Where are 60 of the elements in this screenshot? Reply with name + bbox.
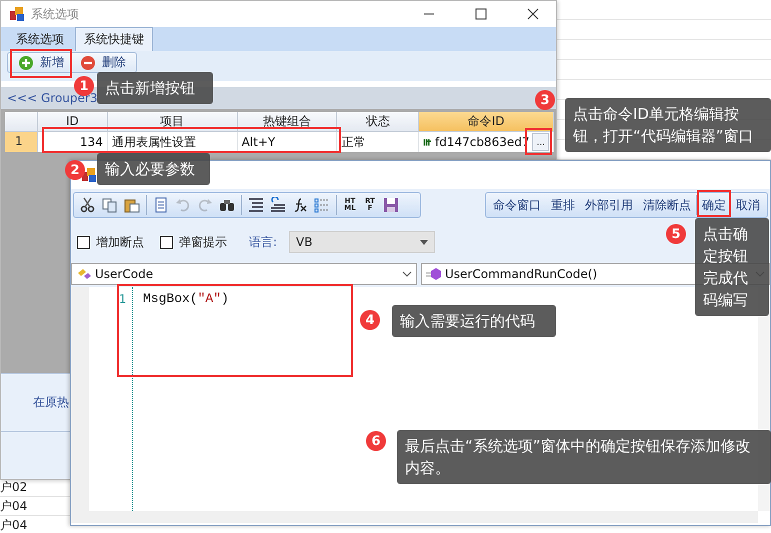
binoculars-icon[interactable] [219, 197, 235, 213]
highlight-frame [10, 49, 72, 78]
tab[interactable]: 系统快捷键 [75, 27, 153, 51]
copy-icon[interactable] [102, 197, 118, 213]
grid-corner [5, 112, 38, 132]
toolbar-button[interactable]: 确定 [697, 194, 731, 216]
object-select[interactable]: UserCode [71, 263, 417, 285]
callout-tooltip: 最后点击“系统选项”窗体中的确定按钮保存添加修改内容。 [397, 430, 771, 484]
edit-button[interactable]: ... [532, 133, 549, 151]
toolbar-button[interactable]: 清除断点 [638, 194, 696, 216]
code-icon [423, 136, 432, 148]
indent-icon[interactable] [248, 197, 264, 213]
minus-icon [80, 54, 96, 70]
checkbox-option[interactable]: 增加断点 [77, 234, 144, 250]
add-button[interactable]: 新增 [14, 52, 68, 72]
column-header[interactable]: 命令ID [419, 112, 554, 132]
toolbar-button[interactable]: 命令窗口 [488, 194, 546, 216]
maximize-icon[interactable] [475, 8, 487, 20]
window-title: 系统选项 [31, 6, 80, 22]
list-icon[interactable] [314, 197, 330, 213]
checkbox-label: 增加断点 [96, 234, 144, 250]
method-icon [426, 267, 442, 281]
checkbox-label: 弹窗提示 [179, 234, 227, 250]
toolbar-button[interactable]: 取消 [731, 194, 765, 216]
column-header[interactable]: 状态 [337, 112, 420, 132]
callout-tooltip: 点击新增按钮 [97, 72, 213, 104]
function-icon[interactable] [292, 197, 308, 213]
dropdown-arrow-icon [420, 240, 428, 244]
language-select[interactable]: VB [289, 231, 436, 253]
plus-icon [18, 54, 34, 70]
save-icon[interactable] [383, 197, 399, 213]
tab[interactable]: 系统选项 [7, 27, 73, 51]
callout-tooltip: 输入需要运行的代码 [392, 305, 556, 337]
code-line: MsgBox("A") [143, 291, 229, 307]
line-number: 1 [118, 291, 126, 307]
toolbar-button[interactable]: 外部引用 [580, 194, 638, 216]
outdent-icon[interactable] [270, 197, 286, 213]
table-cell: 134 [38, 132, 108, 152]
horizontal-scrollbar[interactable] [71, 511, 758, 523]
toolbar-button[interactable]: 重排 [546, 194, 580, 216]
scissors-icon[interactable] [80, 197, 96, 213]
clipboard-icon[interactable] [124, 197, 140, 213]
row-header[interactable]: 1 [5, 132, 38, 152]
hint-text: 在原热 [33, 394, 69, 411]
document-icon[interactable] [153, 197, 169, 213]
callout-tooltip: 点击命令ID单元格编辑按钮，打开“代码编辑器”窗口 [565, 98, 771, 152]
checkbox[interactable] [160, 236, 173, 248]
table-cell: Alt+Y [238, 132, 338, 152]
app-icon [9, 6, 25, 22]
close-icon[interactable] [527, 8, 539, 20]
callout-tooltip: 输入必要参数 [97, 153, 210, 185]
checkbox-option[interactable]: 弹窗提示 [160, 234, 227, 250]
table-cell: 通用表属性设置 [108, 132, 238, 152]
delete-button[interactable]: 删除 [76, 52, 130, 72]
highlight-frame [697, 190, 731, 217]
chevron-down-icon [402, 271, 412, 277]
callout-tooltip: 点击确定按钮完成代码编写 [695, 218, 769, 316]
language-label: 语言: [249, 234, 278, 250]
table-cell: 正常 [337, 132, 420, 152]
checkbox[interactable] [77, 236, 90, 248]
